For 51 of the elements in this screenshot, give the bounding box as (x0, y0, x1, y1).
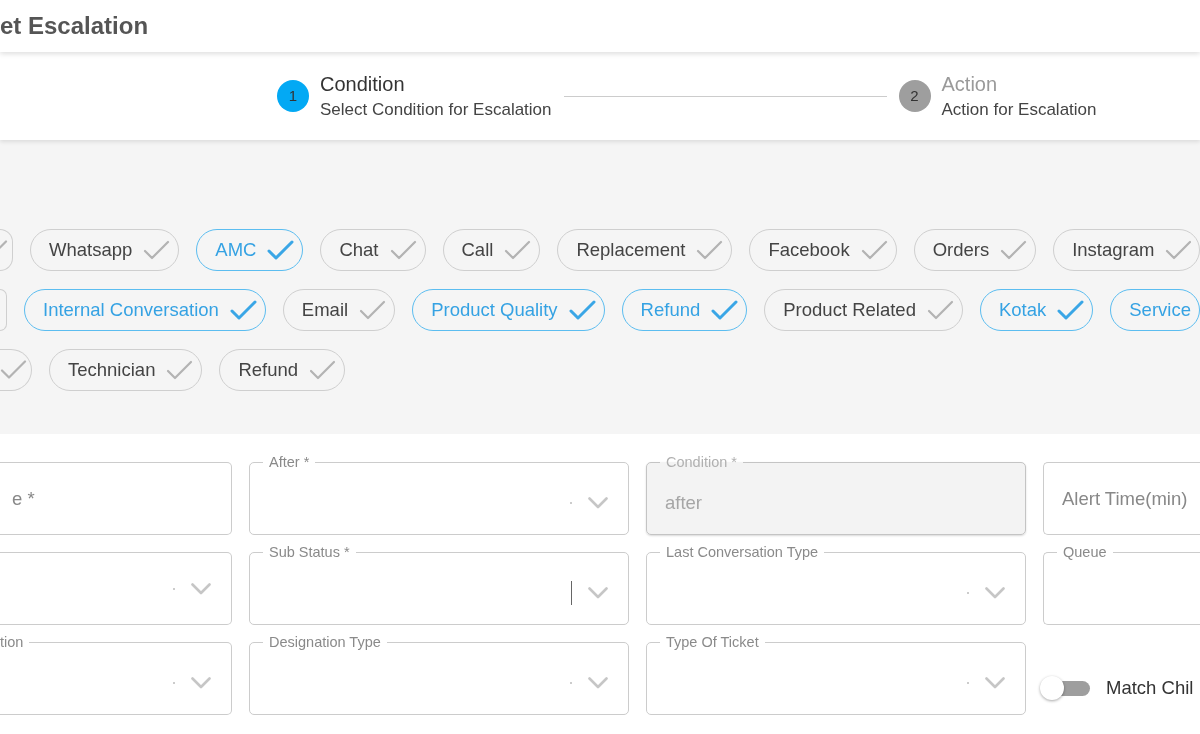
field-label: tion (0, 633, 25, 651)
check-icon (1000, 240, 1028, 260)
check-icon (229, 300, 257, 320)
check-icon (860, 240, 888, 260)
select-field[interactable]: Type Of Ticket (646, 633, 1026, 715)
check-icon (926, 300, 954, 320)
page-title: et Escalation (0, 11, 149, 41)
select-field[interactable] (0, 552, 232, 625)
field-label: Type Of Ticket (665, 633, 760, 651)
chevron-down-icon (191, 676, 211, 689)
check-icon (389, 240, 417, 260)
field-label: After * (268, 453, 311, 471)
check-icon (1165, 240, 1191, 260)
chevron-down-icon (588, 586, 608, 599)
check-icon (568, 300, 596, 320)
step-subtitle: Select Condition for Escalation (320, 99, 552, 121)
field-label: Condition * (665, 453, 738, 471)
select-field[interactable]: After * (249, 453, 629, 535)
chevron-down-icon (588, 676, 608, 689)
select-field[interactable]: Designation Type (249, 633, 629, 715)
chevron-down-icon (985, 586, 1005, 599)
chevron-down-icon (985, 676, 1005, 689)
step-title: Condition (320, 72, 406, 97)
text-field[interactable]: Alert Time(min) (1043, 462, 1200, 535)
field-label: Sub Status * (268, 543, 351, 561)
check-icon (504, 240, 532, 260)
field-label: Last Conversation Type (665, 543, 820, 561)
check-icon (0, 240, 8, 251)
check-icon (267, 240, 295, 260)
step-title: Action (941, 72, 999, 97)
step-subtitle: Action for Escalation (941, 99, 1097, 121)
check-icon (309, 360, 337, 380)
check-icon (711, 300, 739, 320)
field-label: Queue (1062, 543, 1108, 561)
check-icon (0, 360, 27, 379)
select-field[interactable]: Last Conversation Type (646, 543, 1026, 625)
field-label: Designation Type (268, 633, 382, 651)
text-field[interactable]: e * (0, 462, 232, 535)
chevron-down-icon (191, 582, 211, 595)
check-icon (696, 240, 724, 260)
select-field[interactable]: Sub Status * (249, 543, 629, 625)
check-icon (143, 240, 171, 260)
check-icon (1057, 300, 1085, 320)
check-icon (359, 300, 387, 320)
toggle-switch[interactable] (1040, 676, 1090, 700)
step-number: 2 (898, 80, 931, 112)
select-field[interactable]: tion (0, 633, 232, 715)
check-icon (166, 360, 194, 380)
toggle-label: Match Chil (1106, 676, 1194, 701)
chevron-down-icon (588, 496, 608, 509)
step-number: 1 (277, 80, 309, 112)
